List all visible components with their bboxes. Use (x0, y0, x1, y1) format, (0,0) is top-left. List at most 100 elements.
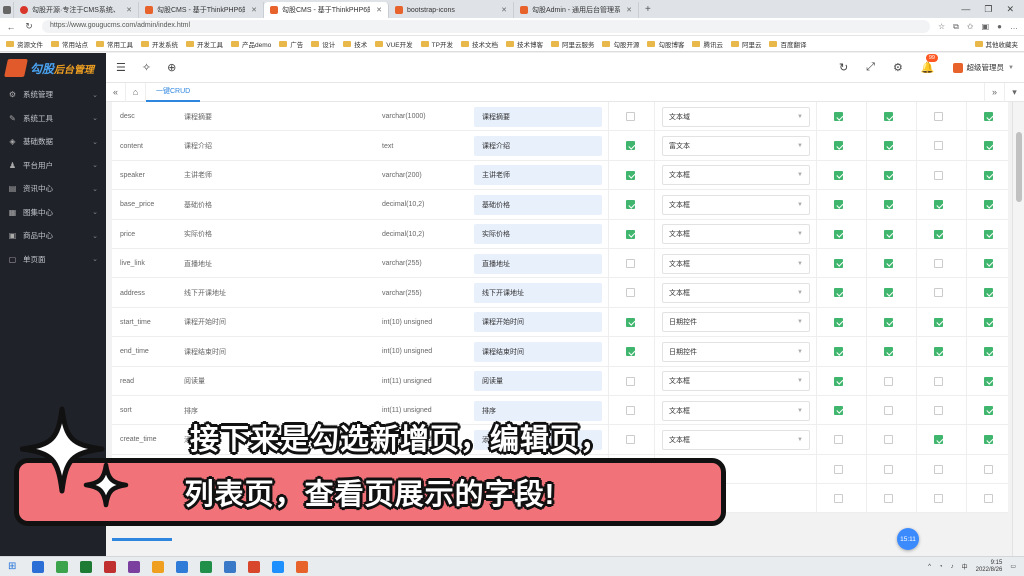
field-checkbox-c2[interactable] (834, 229, 843, 239)
field-checkbox-c4[interactable] (934, 317, 943, 327)
bookmark-item[interactable]: 技术 (343, 39, 367, 49)
field-checkbox-c2[interactable] (834, 435, 843, 445)
field-checkbox-c3[interactable] (884, 347, 893, 357)
minimize-icon[interactable]: — (961, 4, 970, 15)
bookmark-item[interactable]: 常用站点 (51, 39, 88, 49)
field-checkbox-c5[interactable] (984, 112, 993, 121)
field-checkbox-c4[interactable] (934, 141, 943, 151)
field-checkbox-c3[interactable] (884, 376, 893, 386)
taskbar-app-icon[interactable] (80, 560, 93, 573)
field-label-input[interactable]: 课程介绍 (474, 136, 602, 157)
field-checkbox-c3[interactable] (884, 112, 893, 121)
bookmark-item[interactable]: 技术文档 (460, 39, 498, 49)
field-checkbox-c2[interactable] (834, 200, 843, 210)
bookmark-other[interactable]: 其他收藏夹 (974, 39, 1018, 49)
bookmark-item[interactable]: 勾股开源 (602, 39, 639, 49)
bookmark-item[interactable]: 产品demo (231, 39, 271, 49)
field-control-select[interactable]: 文本框 ▼ (662, 400, 810, 421)
field-checkbox-c3[interactable] (884, 229, 893, 239)
field-checkbox-c4[interactable] (934, 405, 943, 415)
field-checkbox-c2[interactable] (834, 494, 843, 504)
field-label-input[interactable]: 实际价格 (474, 224, 602, 245)
field-checkbox-c5[interactable] (984, 170, 993, 180)
field-checkbox-c3[interactable] (884, 288, 893, 298)
bookmark-item[interactable]: 阿里云服务 (550, 39, 594, 49)
url-input[interactable]: https://www.gougucms.com/admin/index.htm… (42, 20, 930, 33)
bookmark-item[interactable]: 阿里云 (730, 39, 761, 49)
field-checkbox-c5[interactable] (984, 317, 993, 327)
clear-cache-icon[interactable]: ✧ (142, 61, 151, 74)
field-checkbox-c4[interactable] (934, 112, 943, 121)
field-checkbox-c4[interactable] (934, 435, 943, 445)
browser-tab[interactable]: 勾股开源·专注于CMS系统、OA… ✕ (14, 2, 139, 18)
field-control-select[interactable]: 文本框 ▼ (662, 194, 810, 215)
home-icon[interactable]: ⌂ (126, 82, 146, 102)
field-checkbox-c5[interactable] (984, 200, 993, 210)
field-checkbox-c1[interactable] (626, 288, 635, 298)
field-label-input[interactable]: 基础价格 (474, 194, 602, 215)
field-label-input[interactable]: 直播地址 (474, 253, 602, 274)
field-checkbox-c1[interactable] (626, 376, 635, 386)
collections-icon[interactable]: ▣ (982, 22, 990, 32)
bookmark-item[interactable]: 百度翻译 (769, 39, 806, 49)
network-icon[interactable]: ◔ (939, 564, 943, 570)
tray-expand-icon[interactable]: ^ (928, 564, 931, 570)
profile-icon[interactable]: ● (997, 22, 1002, 32)
field-label-input[interactable]: 课程开始时间 (474, 312, 602, 333)
field-checkbox-c2[interactable] (834, 405, 843, 415)
menu-toggle-icon[interactable]: ☰ (116, 61, 126, 74)
bookmark-item[interactable]: 勾股博客 (647, 39, 684, 49)
settings-icon[interactable]: ⚙ (893, 61, 903, 74)
back-icon[interactable]: ← (6, 22, 16, 32)
field-checkbox-c3[interactable] (884, 170, 893, 180)
field-control-select[interactable]: 富文本 ▼ (662, 136, 810, 157)
taskbar-app-icon[interactable] (200, 560, 213, 573)
field-label-input[interactable]: 课程摘要 (474, 106, 602, 127)
field-checkbox-c1[interactable] (626, 258, 635, 268)
restore-icon[interactable]: ❐ (984, 4, 992, 15)
sidebar-item[interactable]: ▢ 单页面 ⌄ (0, 248, 106, 272)
bookmark-item[interactable]: 开发工具 (186, 39, 223, 49)
extensions-icon[interactable]: ⧉ (953, 22, 959, 32)
volume-icon[interactable]: ♪ (951, 564, 954, 570)
field-checkbox-c5[interactable] (984, 464, 993, 474)
field-checkbox-c3[interactable] (884, 200, 893, 210)
taskbar-app-icon[interactable] (152, 560, 165, 573)
field-control-select[interactable]: 文本框 ▼ (662, 224, 810, 245)
notification-button[interactable]: 🔔 99 (921, 54, 938, 74)
close-icon[interactable]: ✕ (1006, 4, 1014, 15)
favorites-icon[interactable]: ✩ (967, 22, 974, 32)
admin-logo[interactable]: 勾股后台管理 (0, 53, 106, 83)
taskbar-app-icon[interactable] (176, 560, 189, 573)
taskbar-app-icon[interactable] (32, 560, 45, 573)
field-label-input[interactable]: 课程结束时间 (474, 341, 602, 362)
bookmark-item[interactable]: VUE开发 (375, 39, 413, 49)
sidebar-item[interactable]: ♟ 平台用户 ⌄ (0, 154, 106, 178)
field-checkbox-c1[interactable] (626, 317, 635, 327)
field-checkbox-c3[interactable] (884, 317, 893, 327)
tabs-menu-icon[interactable]: ▾ (1004, 82, 1024, 102)
taskbar-app-icon[interactable] (296, 560, 309, 573)
field-checkbox-c5[interactable] (984, 229, 993, 239)
new-tab-button[interactable]: + (639, 4, 657, 15)
taskbar-app-icon[interactable] (104, 560, 117, 573)
field-checkbox-c4[interactable] (934, 347, 943, 357)
field-checkbox-c4[interactable] (934, 170, 943, 180)
bookmark-item[interactable]: 资源文件 (6, 39, 43, 49)
bookmark-item[interactable]: 设计 (311, 39, 335, 49)
fullscreen-icon[interactable]: ⤢ (866, 61, 875, 74)
sidebar-item[interactable]: ▣ 商品中心 ⌄ (0, 224, 106, 248)
field-checkbox-c4[interactable] (934, 258, 943, 268)
field-checkbox-c5[interactable] (984, 288, 993, 298)
more-icon[interactable]: … (1010, 22, 1018, 32)
bookmark-item[interactable]: 开发系统 (141, 39, 178, 49)
field-control-select[interactable]: 文本框 ▼ (662, 165, 810, 186)
star-icon[interactable]: ☆ (938, 22, 945, 32)
taskbar-app-icon[interactable] (128, 560, 141, 573)
field-checkbox-c3[interactable] (884, 435, 893, 445)
refresh-icon[interactable]: ↻ (24, 21, 34, 32)
field-checkbox-c2[interactable] (834, 317, 843, 327)
field-checkbox-c5[interactable] (984, 258, 993, 268)
tabs-scroll-right-icon[interactable]: » (984, 82, 1004, 102)
tab-close-icon[interactable]: ✕ (376, 6, 382, 14)
